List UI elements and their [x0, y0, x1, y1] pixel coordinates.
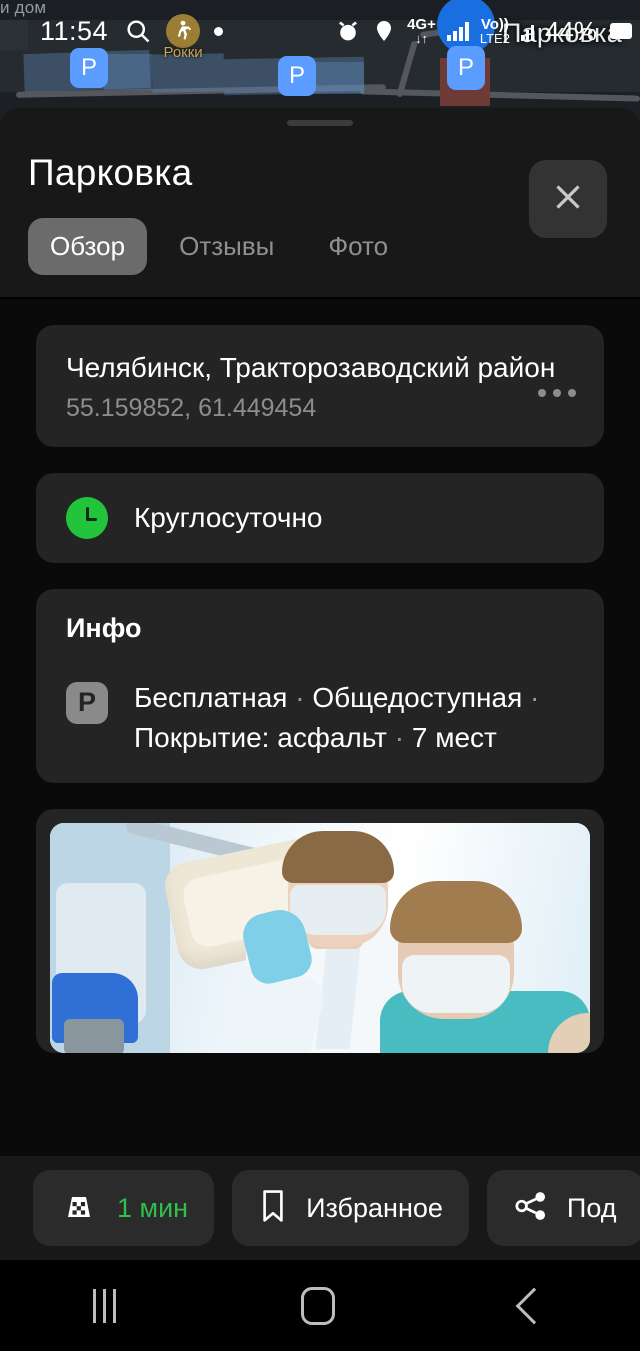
- tab-foto[interactable]: Фото: [306, 218, 410, 275]
- location-pin-icon: [372, 18, 396, 44]
- sheet-header: Парковка: [0, 126, 640, 238]
- info-sep: ·: [530, 681, 540, 713]
- info-surface: Покрытие: асфальт: [134, 722, 387, 754]
- info-card: Инфо P Бесплатная · Общедоступная · Покр…: [36, 588, 604, 783]
- assistant-coin: [166, 14, 201, 48]
- taxi-icon: [59, 1191, 99, 1226]
- signal-bars-icon: [446, 21, 469, 41]
- parking-zone-strip[interactable]: [310, 62, 364, 94]
- back-icon[interactable]: [515, 1287, 553, 1324]
- dot-indicator: [214, 26, 224, 36]
- network-type-indicator: 4G+ ↓↑: [407, 17, 436, 45]
- android-nav-bar: [0, 1260, 640, 1351]
- hours-text: Круглосуточно: [134, 501, 323, 533]
- place-card-sheet: Парковка Обзор Отзывы Фото Челябинск, Тр…: [0, 108, 640, 1260]
- search-icon: [124, 17, 152, 45]
- parking-p-icon: P: [66, 681, 108, 724]
- close-button[interactable]: [529, 160, 607, 238]
- coordinates-text: 55.159852, 61.449454: [66, 393, 317, 422]
- close-icon: [550, 179, 586, 220]
- clock-icon: [66, 496, 108, 539]
- sheet-content: Челябинск, Тракторозаводский район 55.15…: [0, 299, 640, 1233]
- info-capacity: 7 мест: [411, 722, 497, 754]
- share-label: Под: [566, 1192, 617, 1223]
- volte-label: Vo)): [480, 16, 509, 33]
- recents-icon[interactable]: [92, 1288, 116, 1323]
- status-bar-clock: 11:54: [40, 15, 109, 46]
- share-icon: [513, 1189, 549, 1228]
- info-sep: ·: [295, 681, 305, 713]
- status-bar: 11:54 Рокки 4G+ ↓↑ Vo)) LTE2 44%: [0, 0, 640, 62]
- data-arrows: ↓↑: [414, 31, 428, 46]
- bookmark-icon: [258, 1188, 288, 1229]
- assistant-label: Рокки: [163, 44, 203, 61]
- info-public: Общедоступная: [312, 681, 523, 713]
- action-bar: 1 мин Избранное Под: [0, 1156, 640, 1260]
- info-heading: Инфо: [66, 612, 142, 643]
- address-card[interactable]: Челябинск, Тракторозаводский район 55.15…: [36, 325, 604, 447]
- volte-indicator: Vo)) LTE2: [480, 17, 510, 45]
- network-type-label: 4G+: [407, 16, 436, 33]
- photo-card[interactable]: [36, 808, 604, 1053]
- battery-icon: [610, 23, 632, 39]
- signal-bars-secondary-icon: [520, 21, 534, 41]
- walking-person-icon: Рокки: [163, 14, 203, 61]
- favorite-label: Избранное: [306, 1192, 443, 1223]
- dental-clinic-photo[interactable]: [50, 822, 590, 1053]
- battery-percent: 44%: [544, 15, 597, 46]
- favorite-button[interactable]: Избранное: [232, 1170, 469, 1246]
- share-button[interactable]: Под: [486, 1170, 640, 1246]
- map-parking-badge[interactable]: P: [278, 56, 316, 96]
- info-sep: ·: [394, 722, 405, 754]
- tab-otzyvy[interactable]: Отзывы: [157, 218, 296, 275]
- home-icon[interactable]: [301, 1286, 336, 1325]
- lte-label: LTE2: [479, 31, 510, 46]
- hours-card[interactable]: Круглосуточно: [36, 472, 604, 563]
- tab-obzor[interactable]: Обзор: [28, 218, 148, 275]
- address-text: Челябинск, Тракторозаводский район: [66, 352, 556, 383]
- alarm-icon: [335, 18, 361, 44]
- taxi-eta-button[interactable]: 1 мин: [33, 1170, 215, 1246]
- info-attributes: Бесплатная · Общедоступная · Покрытие: а…: [134, 678, 574, 759]
- taxi-eta-label: 1 мин: [117, 1192, 189, 1223]
- info-free: Бесплатная: [134, 681, 288, 713]
- page-title: Парковка: [28, 152, 193, 193]
- more-horizontal-icon[interactable]: [538, 389, 576, 397]
